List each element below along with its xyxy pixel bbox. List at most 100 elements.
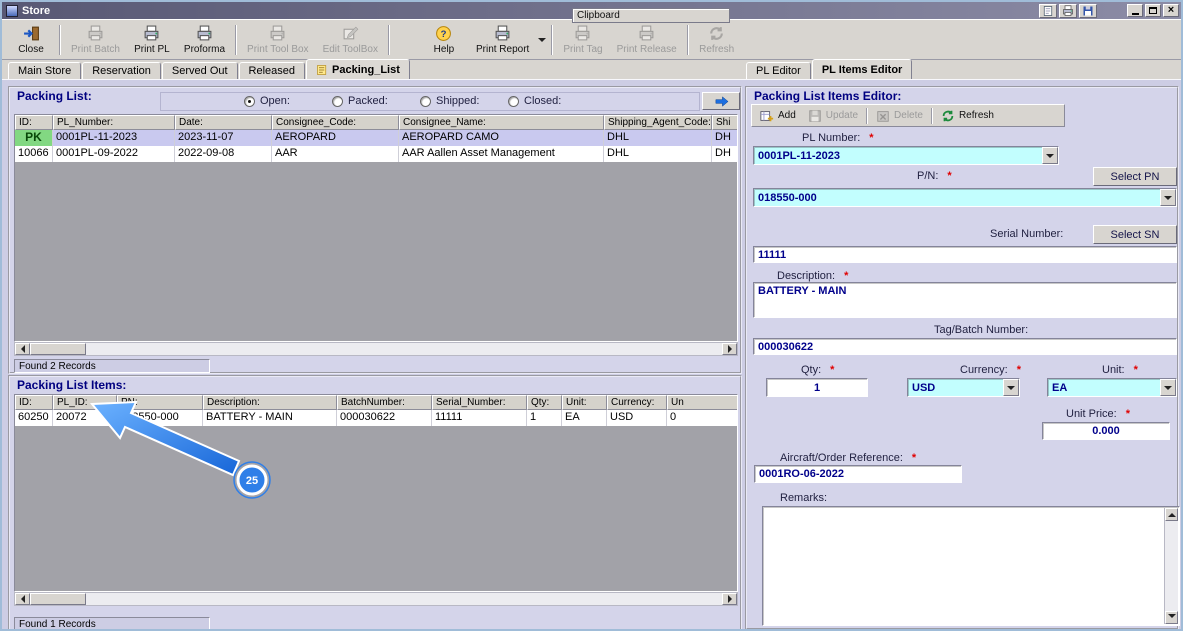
column-header[interactable]: Currency: [607, 395, 667, 410]
scroll-left-button[interactable] [15, 343, 30, 355]
qty-field[interactable]: 1 [766, 378, 868, 397]
delete-button[interactable]: Delete [870, 108, 929, 124]
column-header[interactable]: Serial_Number: [432, 395, 527, 410]
select-sn-button[interactable]: Select SN [1093, 225, 1177, 244]
column-header[interactable]: Unit: [562, 395, 607, 410]
horizontal-scrollbar[interactable] [14, 342, 738, 356]
column-header[interactable]: Qty: [527, 395, 562, 410]
tab-reservation[interactable]: Reservation [82, 62, 161, 79]
print-report-dropdown[interactable] [536, 22, 548, 58]
table-row[interactable]: 10066 0001PL-09-2022 2022-09-08 AAR AAR … [15, 146, 737, 162]
update-button[interactable]: Update [802, 108, 864, 124]
pl-number-combo[interactable]: 0001PL-11-2023 [753, 146, 1059, 165]
remarks-scrollbar[interactable] [1164, 508, 1178, 624]
print-tool-button[interactable] [1059, 3, 1077, 18]
tab-released[interactable]: Released [238, 62, 306, 79]
cell-partial: 0 [667, 410, 737, 426]
tab-packing-list[interactable]: Packing_List [306, 59, 410, 79]
tab-pl-editor[interactable]: PL Editor [746, 62, 811, 79]
unit-price-field[interactable]: 0.000 [1042, 422, 1170, 440]
select-pn-button[interactable]: Select PN [1093, 167, 1177, 186]
table-row[interactable]: PK 0001PL-11-2023 2023-11-07 AEROPARD AE… [15, 130, 737, 146]
radio-open[interactable]: Open: [244, 95, 290, 107]
proforma-button[interactable]: Proforma [177, 22, 232, 58]
scroll-right-button[interactable] [722, 343, 737, 355]
column-header[interactable]: BatchNumber: [337, 395, 432, 410]
edit-toolbox-button[interactable]: Edit ToolBox [316, 22, 385, 58]
print-pl-button[interactable]: Print PL [127, 22, 177, 58]
chevron-down-icon[interactable] [1160, 189, 1176, 206]
currency-combo[interactable]: USD [907, 378, 1020, 397]
close-button[interactable]: Close [6, 22, 56, 58]
column-header[interactable]: Shi [712, 115, 737, 130]
aircraft-order-reference-field[interactable]: 0001RO-06-2022 [754, 465, 962, 483]
clipboard-toolbar-caption[interactable]: Clipboard [572, 8, 730, 23]
tab-main-store[interactable]: Main Store [8, 62, 82, 79]
pn-combo[interactable]: 018550-000 [753, 188, 1177, 207]
refresh-button[interactable]: Refresh [692, 22, 742, 58]
column-header[interactable]: PL_ID: [53, 395, 117, 410]
chevron-down-icon[interactable] [1160, 379, 1176, 396]
table-row[interactable]: 60250 20072 018550-000 BATTERY - MAIN 00… [15, 410, 737, 426]
tab-pl-items-editor[interactable]: PL Items Editor [811, 59, 913, 79]
printer-icon [638, 25, 655, 42]
chevron-down-icon[interactable] [1003, 379, 1019, 396]
column-header[interactable]: Consignee_Name: [399, 115, 604, 130]
serial-number-field[interactable]: 11111 [753, 246, 1177, 263]
tab-served-out[interactable]: Served Out [161, 62, 238, 79]
maximize-button[interactable] [1145, 4, 1161, 17]
radio-packed[interactable]: Packed: [332, 95, 388, 107]
scrollbar-track[interactable] [1165, 521, 1178, 611]
description-field[interactable]: BATTERY - MAIN [753, 282, 1177, 318]
print-batch-button[interactable]: Print Batch [64, 22, 127, 58]
print-release-button[interactable]: Print Release [610, 22, 684, 58]
go-arrow-button[interactable] [702, 92, 740, 110]
document-tool-button[interactable] [1039, 3, 1057, 18]
column-header[interactable]: ID: [15, 395, 53, 410]
column-header[interactable]: Un [667, 395, 737, 410]
cell-pn: 018550-000 [117, 410, 203, 426]
add-button[interactable]: Add [754, 108, 802, 124]
editor-refresh-button[interactable]: Refresh [935, 108, 1000, 124]
qty-label: Qty: * [801, 364, 835, 376]
column-header[interactable]: Consignee_Code: [272, 115, 399, 130]
column-header[interactable]: ID: [15, 115, 53, 130]
radio-shipped[interactable]: Shipped: [420, 95, 479, 107]
add-icon [760, 109, 774, 123]
help-icon [435, 25, 452, 42]
store-window: Store Clipboard Close Print Batch Print … [0, 0, 1183, 631]
scroll-right-button[interactable] [722, 593, 737, 605]
print-tool-box-button[interactable]: Print Tool Box [240, 22, 316, 58]
packing-list-tab-icon [316, 64, 328, 76]
scroll-left-button[interactable] [15, 593, 30, 605]
column-header[interactable]: Date: [175, 115, 272, 130]
remarks-field[interactable] [762, 506, 1180, 626]
help-button[interactable]: Help [419, 22, 469, 58]
horizontal-scrollbar[interactable] [14, 592, 738, 606]
delete-icon [876, 109, 890, 123]
scrollbar-track[interactable] [86, 593, 722, 605]
save-tool-button[interactable] [1079, 3, 1097, 18]
radio-closed[interactable]: Closed: [508, 95, 561, 107]
tag-batch-field[interactable]: 000030622 [753, 338, 1177, 355]
close-window-button[interactable] [1163, 4, 1179, 17]
minimize-button[interactable] [1127, 4, 1143, 17]
column-header[interactable]: Shipping_Agent_Code: [604, 115, 712, 130]
scroll-up-button[interactable] [1165, 508, 1178, 521]
scrollbar-thumb[interactable] [30, 593, 86, 605]
column-header[interactable]: PN: [117, 395, 203, 410]
print-tag-button[interactable]: Print Tag [556, 22, 609, 58]
scrollbar-track[interactable] [86, 343, 722, 355]
cell-id: 10066 [15, 146, 53, 162]
print-report-button[interactable]: Print Report [469, 22, 536, 58]
column-header[interactable]: Description: [203, 395, 337, 410]
printer-icon [143, 25, 160, 42]
unit-combo[interactable]: EA [1047, 378, 1177, 397]
cell-unit: EA [562, 410, 607, 426]
chevron-down-icon[interactable] [1042, 147, 1058, 164]
scrollbar-thumb[interactable] [30, 343, 86, 355]
column-header[interactable]: PL_Number: [53, 115, 175, 130]
scroll-down-button[interactable] [1165, 611, 1178, 624]
description-label: Description: * [777, 270, 849, 282]
printer-icon [574, 25, 591, 42]
